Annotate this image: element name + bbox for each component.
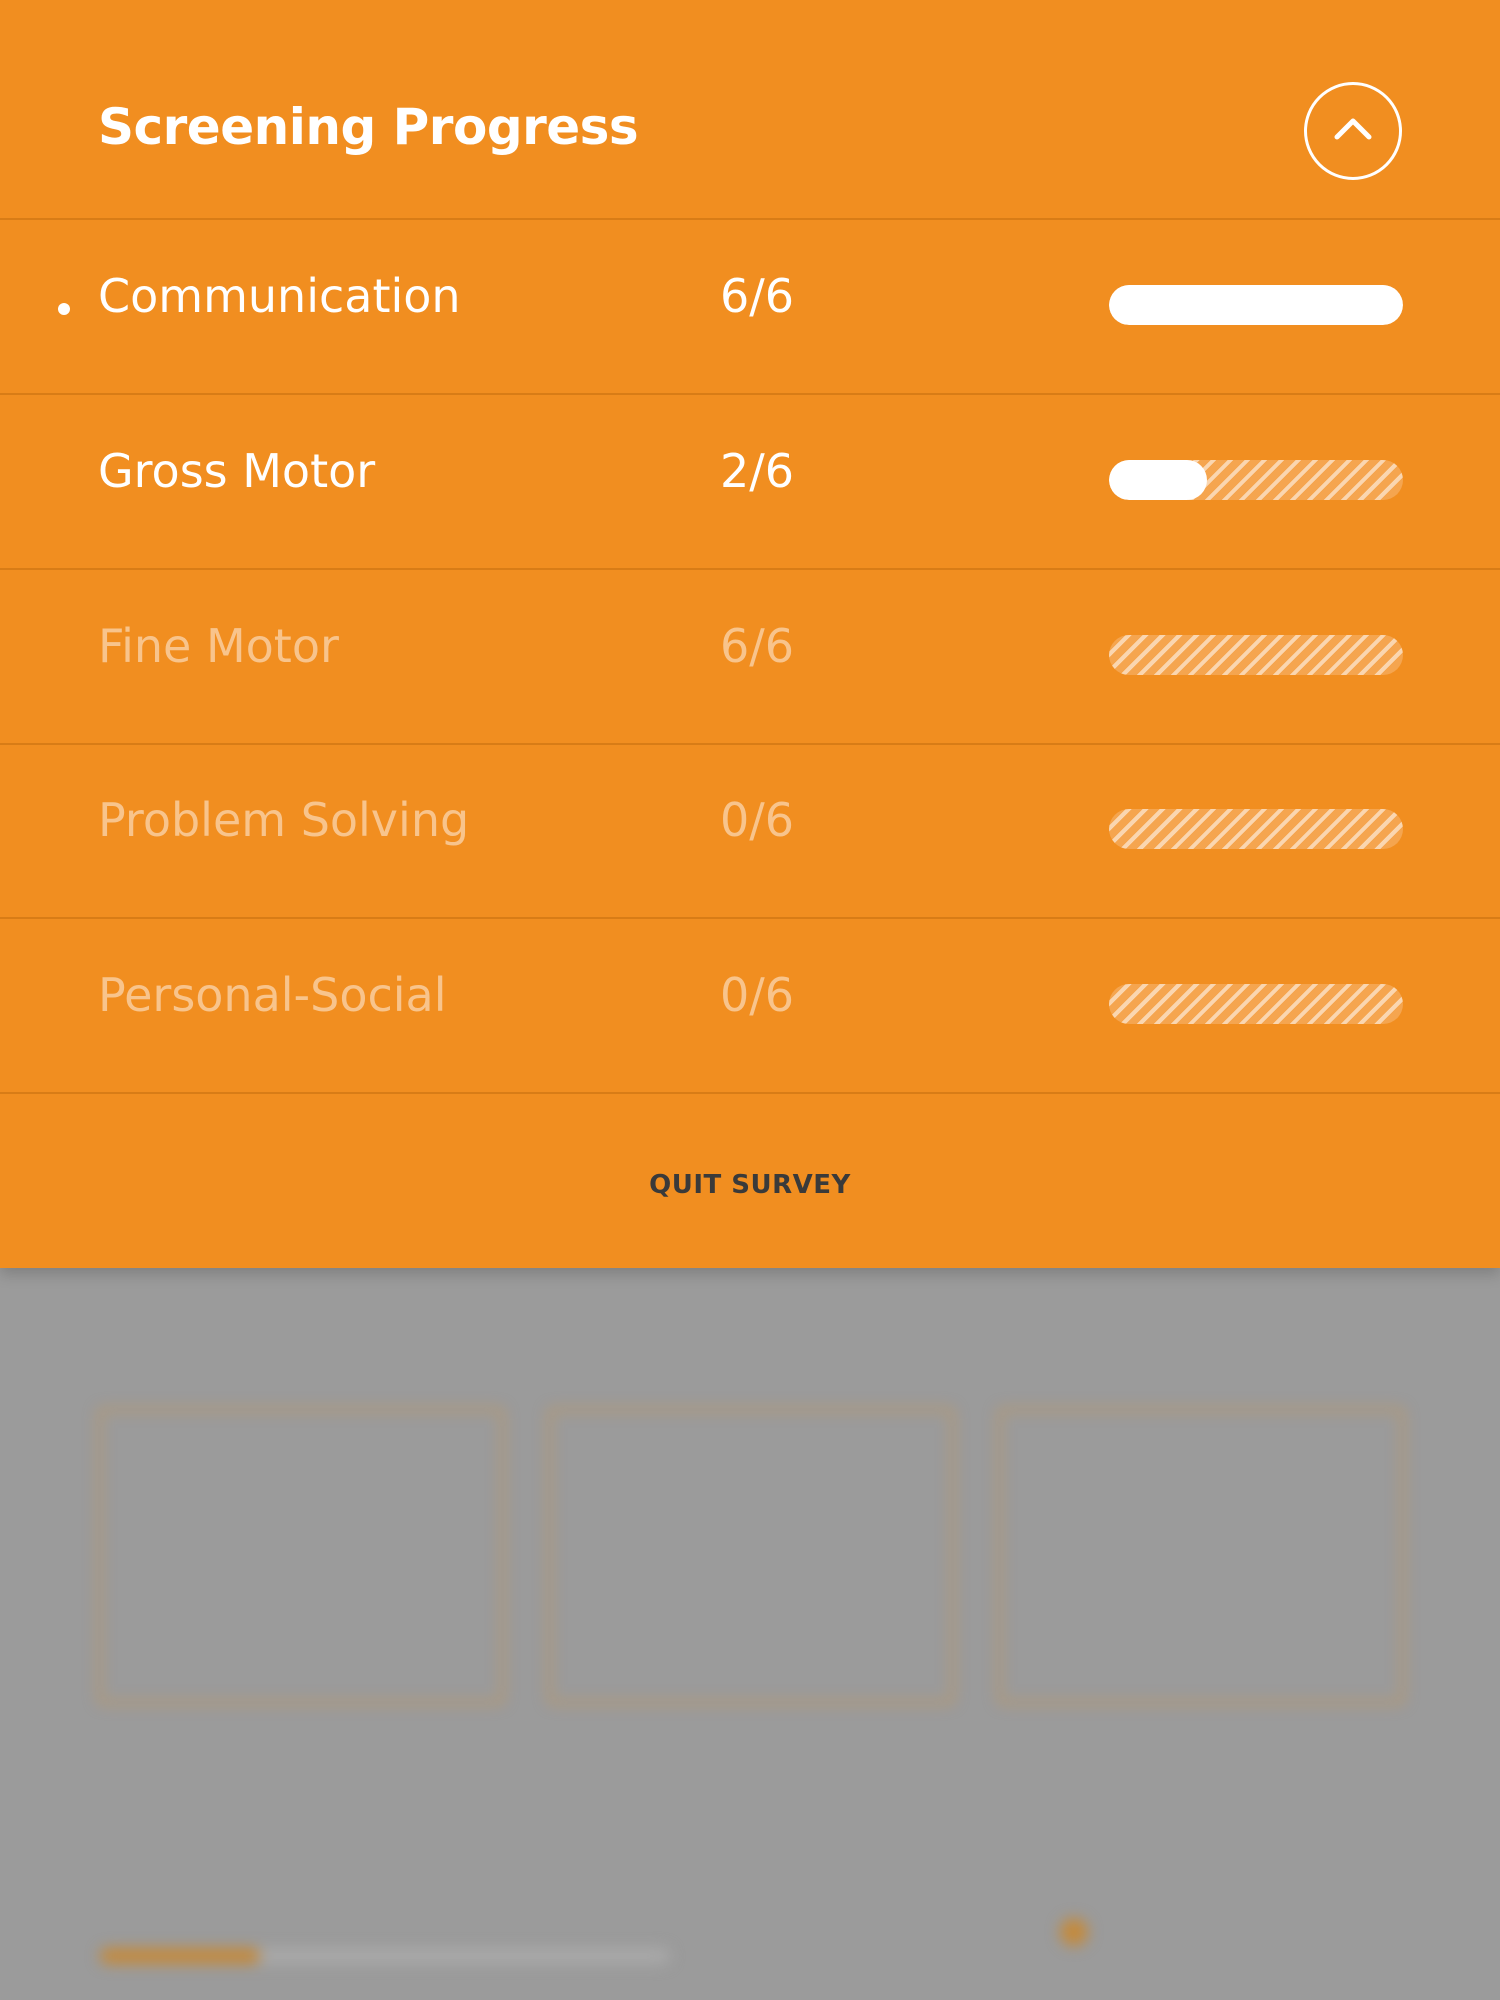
domain-label: Gross Motor — [98, 444, 376, 498]
domain-progress-bar — [1109, 635, 1403, 675]
domain-row-personal-social[interactable]: Personal-Social 0/6 — [0, 918, 1500, 1094]
quit-survey-button[interactable]: QUIT SURVEY — [0, 1170, 1500, 1200]
domain-progress-bar — [1109, 984, 1403, 1024]
domain-progress-bar — [1109, 285, 1403, 325]
domain-row-problem-solving[interactable]: Problem Solving 0/6 — [0, 743, 1500, 919]
domain-label: Personal-Social — [98, 968, 447, 1022]
domain-progress-bar — [1109, 460, 1403, 500]
domain-label: Communication — [98, 269, 461, 323]
domain-label: Fine Motor — [98, 619, 339, 673]
domain-progress-bar — [1109, 809, 1403, 849]
domain-score: 2/6 — [720, 444, 795, 498]
chevron-up-icon — [1334, 118, 1372, 140]
background-card — [998, 1408, 1404, 1704]
domain-score: 6/6 — [720, 619, 795, 673]
domain-score: 0/6 — [720, 793, 795, 847]
domain-score: 6/6 — [720, 269, 795, 323]
panel-title: Screening Progress — [98, 98, 639, 156]
domain-row-communication[interactable]: Communication 6/6 — [0, 219, 1500, 395]
blurred-background — [0, 1268, 1500, 2000]
panel-header: Screening Progress — [0, 0, 1500, 220]
domain-label: Problem Solving — [98, 793, 470, 847]
background-card — [548, 1408, 954, 1704]
progress-fill — [1109, 460, 1207, 500]
domain-row-gross-motor[interactable]: Gross Motor 2/6 — [0, 394, 1500, 570]
background-progress-track — [100, 1948, 670, 1964]
progress-fill — [1109, 285, 1403, 325]
collapse-button[interactable] — [1304, 82, 1402, 180]
background-icon — [1060, 1918, 1088, 1946]
domain-score: 0/6 — [720, 968, 795, 1022]
screening-progress-panel: Screening Progress Communication 6/6 Gro… — [0, 0, 1500, 1268]
background-card — [98, 1408, 504, 1704]
current-indicator-dot — [58, 303, 70, 315]
domain-row-fine-motor[interactable]: Fine Motor 6/6 — [0, 569, 1500, 745]
